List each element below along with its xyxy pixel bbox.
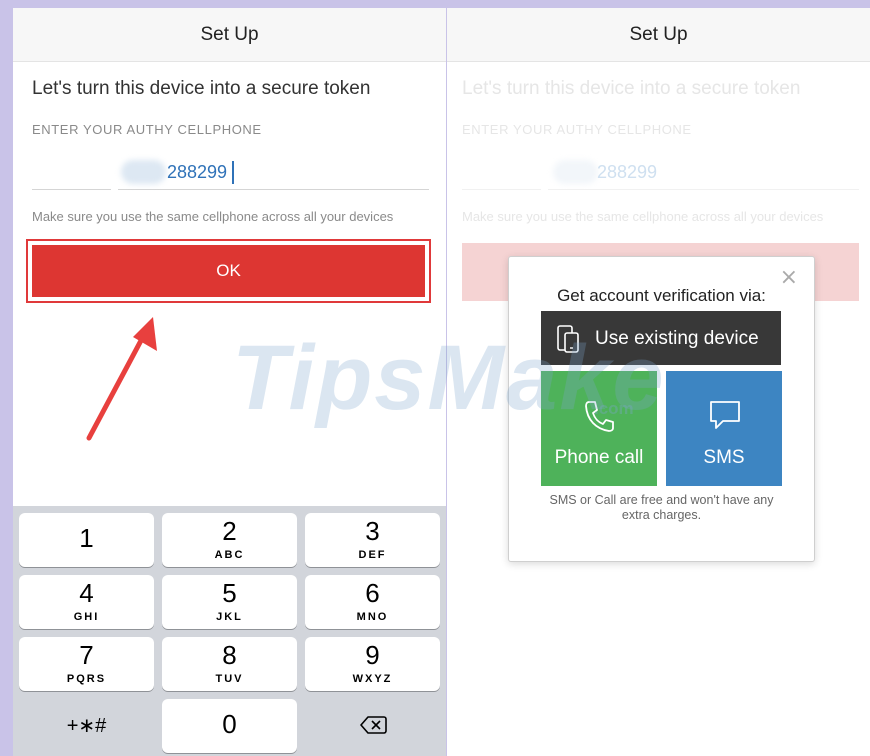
setup-screen-right: Set Up Let's turn this device into a sec… — [447, 8, 870, 756]
nav-title: Set Up — [200, 23, 259, 45]
sms-button[interactable]: SMS — [666, 371, 782, 486]
country-code-underline — [32, 189, 111, 190]
navigation-bar: Set Up — [13, 8, 446, 62]
key-1[interactable]: 1 — [19, 513, 154, 567]
navigation-bar: Set Up — [447, 8, 870, 62]
sms-label: SMS — [703, 447, 745, 468]
blurred-number-prefix — [553, 160, 598, 184]
country-code-underline — [462, 189, 541, 190]
charges-note: SMS or Call are free and won't have any … — [549, 493, 774, 522]
page-heading: Let's turn this device into a secure tok… — [32, 78, 371, 99]
cellphone-hint: Make sure you use the same cellphone acr… — [462, 209, 824, 224]
blurred-number-prefix — [121, 160, 166, 184]
phone-number-input: 288299 — [597, 162, 658, 182]
key-7[interactable]: 7 PQRS — [19, 637, 154, 691]
setup-screen-left: Set Up Let's turn this device into a sec… — [13, 8, 446, 756]
annotation-arrow-icon — [86, 317, 157, 441]
key-3[interactable]: 3 DEF — [305, 513, 440, 567]
key-2[interactable]: 2 ABC — [162, 513, 297, 567]
devices-icon — [557, 325, 579, 353]
numeric-keypad: 1 2 ABC 3 DEF 4 GHI 5 JKL 6 MNO 7 PQRS 8… — [13, 506, 446, 756]
cellphone-field-label: ENTER YOUR AUTHY CELLPHONE — [32, 122, 262, 137]
use-existing-device-button[interactable]: Use existing device — [541, 311, 781, 365]
dialog-title: Get account verification via: — [557, 286, 766, 305]
phone-number-input[interactable]: 288299 — [167, 162, 227, 183]
text-cursor — [232, 161, 234, 184]
verification-dialog: × Get account verification via: Use exis… — [508, 256, 815, 562]
phone-call-button[interactable]: Phone call — [541, 371, 657, 486]
phone-number-underline — [548, 189, 859, 190]
cellphone-hint: Make sure you use the same cellphone acr… — [32, 209, 394, 224]
cellphone-field-label: ENTER YOUR AUTHY CELLPHONE — [462, 122, 692, 137]
symbols-key[interactable]: +∗# — [19, 699, 154, 753]
backspace-icon — [360, 716, 387, 734]
key-4[interactable]: 4 GHI — [19, 575, 154, 629]
key-9[interactable]: 9 WXYZ — [305, 637, 440, 691]
ok-button[interactable]: OK — [32, 245, 425, 297]
nav-title: Set Up — [629, 23, 688, 45]
use-existing-device-label: Use existing device — [595, 328, 759, 349]
phone-number-underline — [118, 189, 429, 190]
phone-icon — [585, 401, 614, 432]
ok-button-label: OK — [216, 261, 241, 280]
phone-call-label: Phone call — [554, 447, 644, 468]
page-heading: Let's turn this device into a secure tok… — [462, 78, 801, 99]
key-6[interactable]: 6 MNO — [305, 575, 440, 629]
key-5[interactable]: 5 JKL — [162, 575, 297, 629]
chat-bubble-icon — [710, 401, 740, 429]
key-8[interactable]: 8 TUV — [162, 637, 297, 691]
key-0[interactable]: 0 — [162, 699, 297, 753]
backspace-key[interactable] — [305, 699, 440, 753]
